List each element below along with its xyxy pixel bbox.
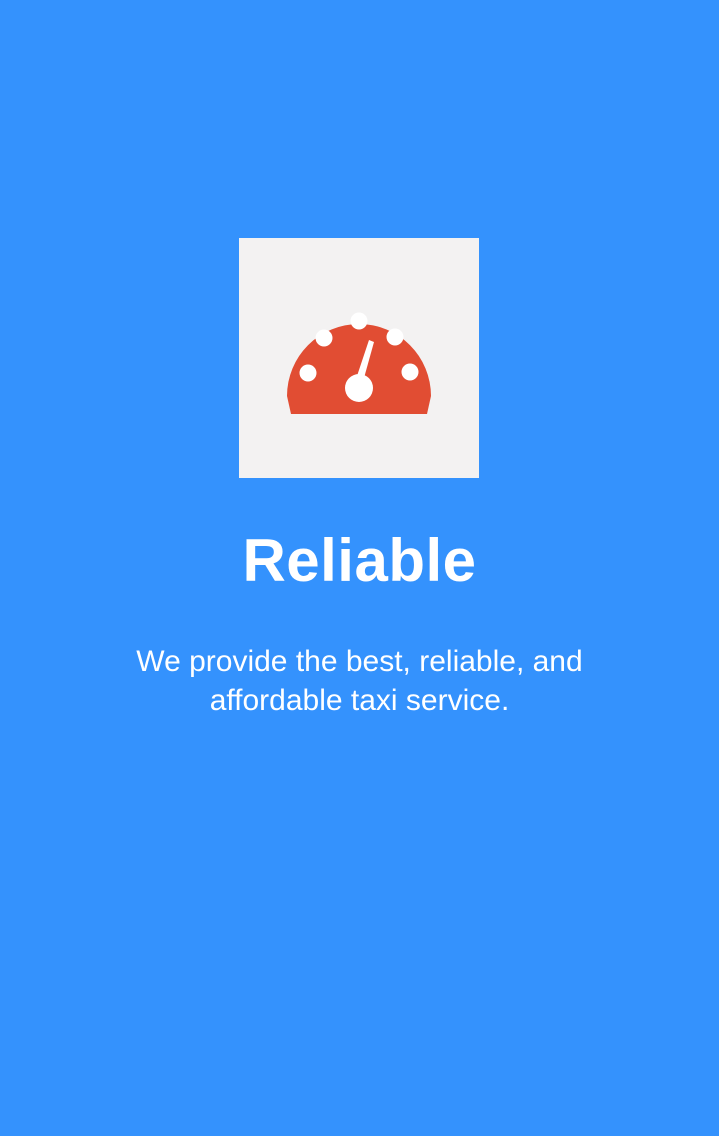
onboarding-title: Reliable [242,527,477,594]
illustration-card [239,238,479,478]
onboarding-screen: Reliable We provide the best, reliable, … [0,0,719,1136]
speedometer-icon [287,312,431,414]
onboarding-description: We provide the best, reliable, and affor… [136,645,583,717]
